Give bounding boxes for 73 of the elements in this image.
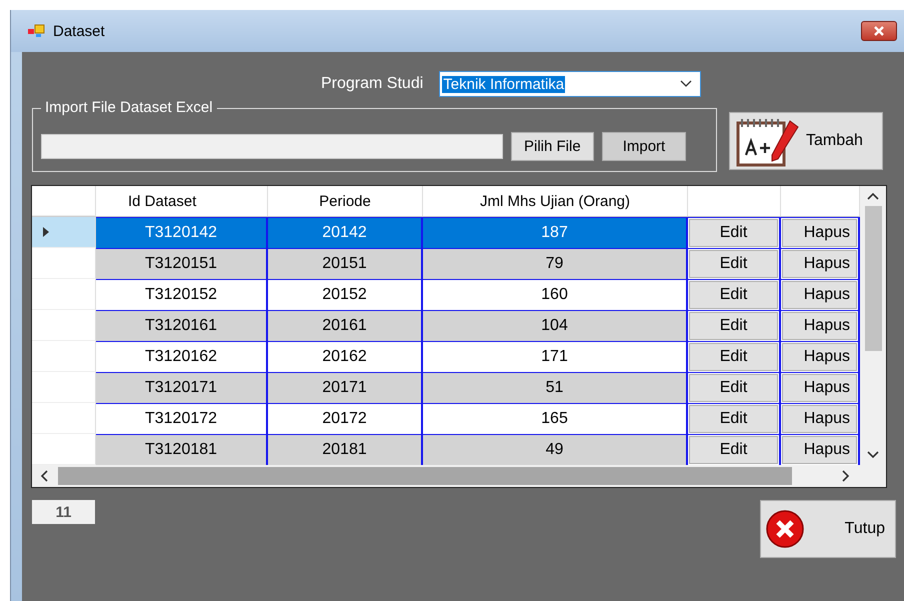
table-cell: 20161	[268, 310, 423, 341]
delete-button[interactable]: Hapus	[782, 405, 857, 433]
table-cell: T3120162	[96, 341, 268, 372]
delete-button[interactable]: Hapus	[782, 219, 857, 247]
row-header[interactable]	[32, 310, 96, 341]
table-cell: 79	[423, 248, 688, 279]
table-cell: T3120171	[96, 372, 268, 403]
table-cell: 20142	[268, 217, 423, 248]
row-header[interactable]	[32, 372, 96, 403]
edit-button[interactable]: Edit	[689, 343, 778, 371]
group-title: Import File Dataset Excel	[41, 99, 217, 116]
program-studi-dropdown[interactable]: Teknik Informatika	[439, 71, 702, 97]
header-corner-cell[interactable]	[32, 186, 96, 216]
table-cell: 20171	[268, 372, 423, 403]
table-cell: T3120152	[96, 279, 268, 310]
table-cell: T3120142	[96, 217, 268, 248]
table-cell: 20181	[268, 434, 423, 465]
table-cell: 187	[423, 217, 688, 248]
table-cell: T3120151	[96, 248, 268, 279]
row-header[interactable]	[32, 279, 96, 310]
window-title: Dataset	[53, 22, 106, 40]
close-form-button[interactable]: Tutup	[760, 500, 896, 558]
record-count: 11	[32, 500, 95, 524]
edit-button[interactable]: Edit	[689, 312, 778, 340]
table-cell: 165	[423, 403, 688, 434]
delete-button[interactable]: Hapus	[782, 312, 857, 340]
column-header[interactable]: Id Dataset	[96, 186, 268, 216]
scroll-up-icon[interactable]	[867, 192, 879, 200]
scroll-left-icon[interactable]	[40, 470, 48, 482]
delete-button[interactable]: Hapus	[782, 281, 857, 309]
chevron-down-icon	[680, 80, 692, 88]
edit-button[interactable]: Edit	[689, 405, 778, 433]
table-cell: 160	[423, 279, 688, 310]
delete-button[interactable]: Hapus	[782, 374, 857, 402]
table-cell: 171	[423, 341, 688, 372]
table-cell: 20152	[268, 279, 423, 310]
vertical-scrollbar[interactable]	[860, 186, 886, 465]
scroll-right-icon[interactable]	[842, 470, 850, 482]
column-header[interactable]: Periode	[268, 186, 423, 216]
close-icon	[873, 26, 885, 36]
delete-button[interactable]: Hapus	[782, 436, 857, 464]
edit-button[interactable]: Edit	[689, 374, 778, 402]
row-header[interactable]	[32, 341, 96, 372]
row-header[interactable]	[32, 248, 96, 279]
table-cell: 104	[423, 310, 688, 341]
row-header[interactable]	[32, 217, 96, 248]
error-x-icon	[765, 509, 805, 549]
add-button[interactable]: Tambah	[729, 112, 883, 170]
row-header[interactable]	[32, 403, 96, 434]
table-cell: 51	[423, 372, 688, 403]
program-studi-label: Program Studi	[321, 75, 424, 93]
column-header[interactable]: Jml Mhs Ujian (Orang)	[423, 186, 688, 216]
row-header[interactable]	[32, 434, 96, 465]
delete-button[interactable]: Hapus	[782, 250, 857, 278]
table-cell: 20151	[268, 248, 423, 279]
table-cell: 20172	[268, 403, 423, 434]
window-icon	[27, 24, 45, 38]
file-path-field[interactable]	[41, 134, 503, 159]
edit-button[interactable]: Edit	[689, 436, 778, 464]
table-cell: 49	[423, 434, 688, 465]
scroll-down-icon[interactable]	[867, 451, 879, 459]
table-cell: T3120181	[96, 434, 268, 465]
edit-button[interactable]: Edit	[689, 250, 778, 278]
edit-button[interactable]: Edit	[689, 281, 778, 309]
table-cell: 20162	[268, 341, 423, 372]
current-row-icon	[42, 227, 50, 237]
close-button[interactable]	[861, 21, 897, 41]
pick-file-button[interactable]: Pilih File	[511, 132, 594, 161]
table-cell: T3120161	[96, 310, 268, 341]
import-button[interactable]: Import	[602, 132, 686, 161]
table-cell: T3120172	[96, 403, 268, 434]
edit-button[interactable]: Edit	[689, 219, 778, 247]
delete-button[interactable]: Hapus	[782, 343, 857, 371]
